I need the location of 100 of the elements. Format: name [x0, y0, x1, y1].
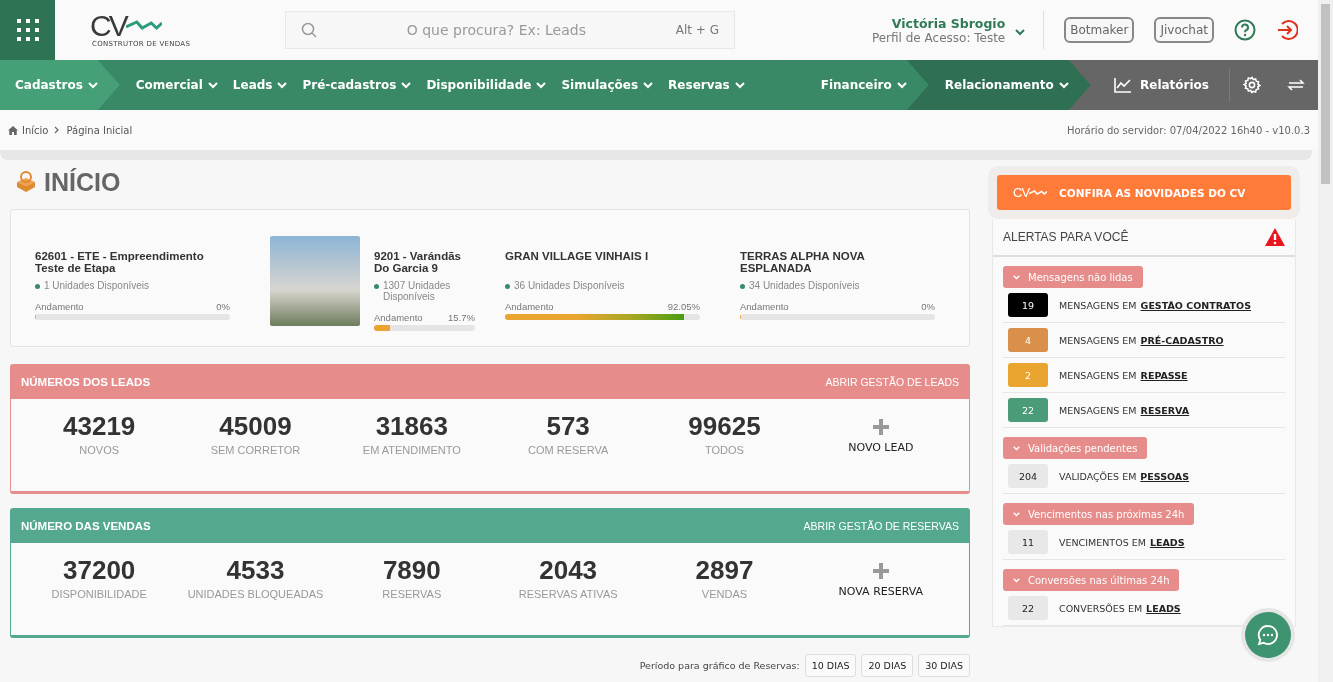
alert-text: VENCIMENTOS EM — [1059, 536, 1146, 548]
menu-item[interactable]: Cadastros — [15, 78, 98, 92]
alert-text: CONVERSÕES EM — [1059, 602, 1143, 614]
swap-arrows-icon — [1287, 78, 1305, 92]
plus-icon — [872, 563, 889, 579]
stat-value: 43219 — [63, 411, 136, 442]
menu-item[interactable]: Financeiro — [820, 78, 907, 92]
user-profile: Perfil de Acesso: Teste — [871, 30, 1006, 45]
count-badge: 204 — [1008, 464, 1048, 488]
search-bar[interactable]: O que procura? Ex: Leads Alt + G — [285, 11, 735, 49]
period-button[interactable]: 10 DIAS — [804, 654, 857, 677]
stat-value: 7890 — [382, 555, 441, 586]
stat-label: COM RESERVA — [528, 444, 609, 456]
grid-icon — [15, 18, 40, 42]
scrollbar-thumb[interactable] — [1321, 4, 1330, 184]
project-name[interactable]: TERRAS ALPHA NOVA ESPLANADA — [740, 250, 935, 280]
menu-item[interactable]: Reservas — [668, 78, 745, 92]
chevron-down-icon — [401, 81, 412, 89]
chevron-down-icon — [734, 81, 745, 89]
reports-menu-item[interactable]: Relatórios — [1074, 77, 1229, 93]
progress-reading: 15.7% — [448, 312, 475, 323]
alert-link[interactable]: REPASSE — [1140, 369, 1188, 381]
alert-link[interactable]: GESTÃO CONTRATOS — [1140, 299, 1251, 311]
alert-link[interactable]: LEADS — [1149, 536, 1185, 548]
alert-text: MENSAGENS EM — [1059, 369, 1137, 381]
breadcrumb-current: Página Inicial — [66, 124, 133, 136]
chevron-down-icon — [207, 81, 218, 89]
logo-wave-icon — [125, 20, 162, 32]
stat-value: 37200 — [63, 555, 136, 586]
menu-item[interactable]: Disponibilidade — [426, 78, 547, 92]
alert-link[interactable]: RESERVA — [1140, 404, 1190, 416]
speech-bubble-icon — [1257, 624, 1279, 646]
chat-tool-button[interactable]: Botmaker — [1064, 17, 1135, 43]
progress-label: Andamento — [35, 301, 84, 312]
alert-text: MENSAGENS EM — [1059, 404, 1137, 416]
alert-link[interactable]: PRÉ-CADASTRO — [1140, 334, 1224, 346]
chevron-down-icon — [87, 81, 98, 89]
panel-title: NÚMERO DAS VENDAS — [21, 520, 151, 532]
alert-text: MENSAGENS EM — [1059, 299, 1137, 311]
chevron-down-icon — [1058, 81, 1069, 89]
available-units: 1307 Unidades Disponíveis — [374, 280, 475, 302]
chevron-down-icon — [896, 81, 907, 89]
home-icon — [8, 125, 18, 135]
menu-item[interactable]: Relacionamento — [944, 78, 1069, 92]
stat-label: NOVOS — [79, 444, 120, 456]
alert-link[interactable]: LEADS — [1146, 602, 1181, 614]
chat-tool-button[interactable]: Jivochat — [1154, 17, 1214, 43]
gear-icon — [1243, 76, 1261, 94]
project-name[interactable]: 9201 - Varándãs Do Garcia 9 — [374, 250, 475, 280]
menu-item[interactable]: Leads — [232, 78, 288, 92]
search-icon — [301, 22, 317, 38]
progress-label: Andamento — [740, 301, 789, 312]
search-input[interactable]: O que procura? Ex: Leads — [317, 21, 676, 39]
progress-reading: 92.05% — [667, 301, 700, 312]
menu-item[interactable]: Simulações — [561, 78, 654, 92]
alert-text: VALIDAÇÕES EM — [1059, 470, 1137, 482]
period-button[interactable]: 20 DIAS — [861, 654, 914, 677]
menu-item[interactable]: Comercial — [135, 78, 218, 92]
add-button[interactable]: NOVA RESERVA — [802, 543, 959, 635]
count-badge: 4 — [1008, 328, 1048, 352]
count-badge: 22 — [1008, 596, 1048, 620]
stat-value: 99625 — [688, 411, 761, 442]
period-label: Período para gráfico de Reservas: — [639, 660, 800, 671]
menu-item[interactable]: Pré-cadastros — [302, 78, 412, 92]
stat-label: SEM CORRETOR — [210, 444, 301, 456]
page-title: INÍCIO — [44, 167, 121, 197]
stat-label: VENDAS — [701, 588, 748, 600]
caret-icon — [1013, 444, 1020, 452]
stat-value: 4533 — [226, 555, 285, 586]
project-name[interactable]: 62601 - ETE - Empreendimento Teste de Etapa — [35, 250, 230, 280]
caret-icon — [1013, 576, 1020, 584]
progress-label: Andamento — [374, 312, 423, 323]
period-button[interactable]: 30 DIAS — [918, 654, 970, 677]
plus-icon — [872, 419, 889, 435]
count-badge: 2 — [1008, 363, 1048, 387]
available-units: 34 Unidades Disponíveis — [740, 280, 935, 291]
progress-reading: 0% — [921, 301, 935, 312]
stat-label: UNIDADES BLOQUEADAS — [187, 588, 324, 600]
help-button[interactable] — [1234, 19, 1256, 41]
logout-button[interactable] — [1276, 19, 1298, 41]
count-badge: 19 — [1008, 293, 1048, 317]
progress-label: Andamento — [505, 301, 554, 312]
breadcrumb-home-link[interactable]: Início — [8, 124, 49, 136]
chevron-down-icon — [277, 81, 288, 89]
user-menu-chevron-icon — [1015, 28, 1026, 36]
shortcut-hint: Alt + G — [675, 23, 719, 37]
logo-mark: CV — [90, 12, 126, 40]
available-units: 1 Unidades Disponíveis — [35, 280, 230, 291]
line-chart-icon — [1114, 77, 1132, 93]
alert-text: MENSAGENS EM — [1059, 334, 1137, 346]
progress-reading: 0% — [216, 301, 230, 312]
alert-link[interactable]: PESSOAS — [1140, 470, 1190, 482]
chevron-down-icon — [536, 81, 547, 89]
apps-grid-button[interactable] — [0, 0, 55, 60]
add-button[interactable]: NOVO LEAD — [802, 399, 959, 491]
count-badge: 11 — [1008, 530, 1048, 554]
caret-icon — [1013, 510, 1020, 518]
panel-title: NÚMEROS DOS LEADS — [21, 376, 151, 388]
warning-icon — [1265, 228, 1285, 246]
project-name[interactable]: GRAN VILLAGE VINHAIS I — [505, 250, 700, 280]
